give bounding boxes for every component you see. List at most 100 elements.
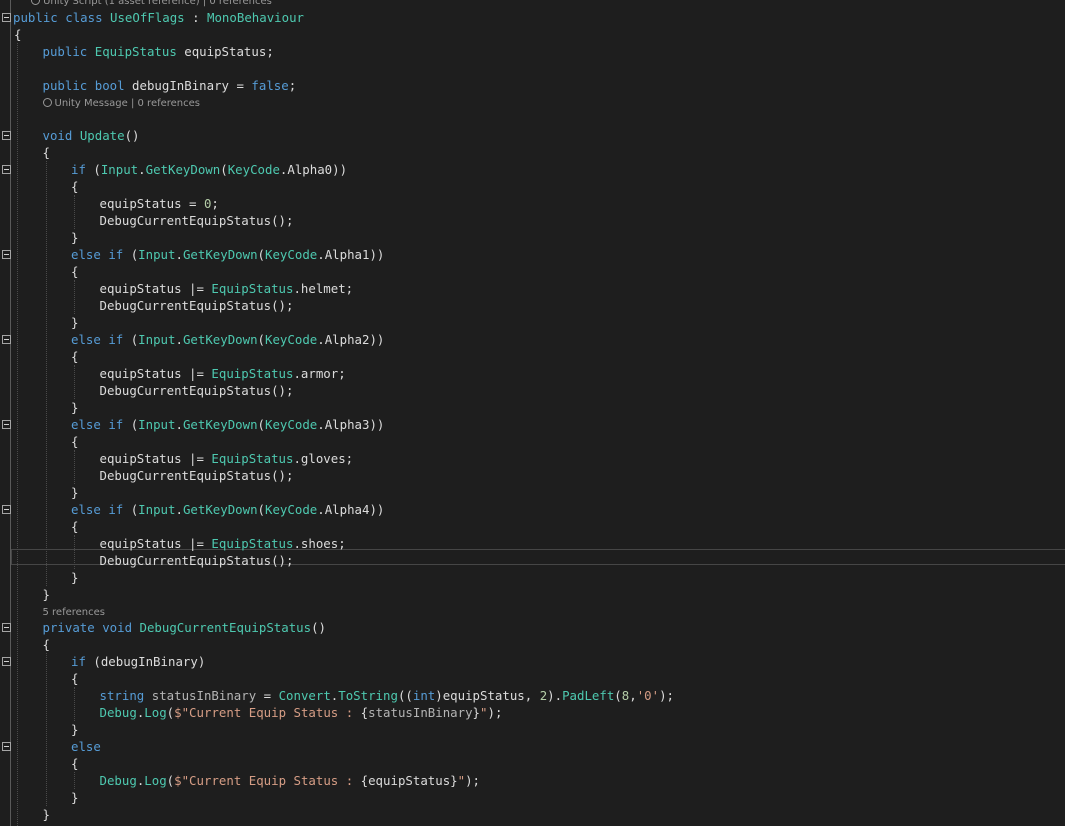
code-line[interactable]: {	[71, 755, 78, 772]
collapse-icon[interactable]	[2, 131, 11, 140]
code-line[interactable]: Debug.Log($"Current Equip Status : {stat…	[100, 704, 503, 721]
collapse-icon[interactable]	[2, 335, 11, 344]
code-line[interactable]: equipStatus |= EquipStatus.helmet;	[100, 280, 354, 297]
code-line[interactable]: DebugCurrentEquipStatus();	[100, 382, 294, 399]
code-line[interactable]: }	[71, 484, 78, 501]
code-line[interactable]: else if (Input.GetKeyDown(KeyCode.Alpha1…	[71, 246, 384, 263]
indent-guide	[74, 687, 75, 721]
code-line[interactable]: }	[43, 586, 50, 603]
code-line[interactable]: {	[71, 433, 78, 450]
code-line[interactable]: equipStatus |= EquipStatus.gloves;	[100, 450, 354, 467]
code-line[interactable]: else if (Input.GetKeyDown(KeyCode.Alpha3…	[71, 416, 384, 433]
code-line[interactable]: {	[71, 348, 78, 365]
code-line-current[interactable]: DebugCurrentEquipStatus();	[100, 552, 294, 569]
code-token: string	[99, 688, 145, 703]
code-line[interactable]: Debug.Log($"Current Equip Status : {equi…	[100, 772, 481, 789]
code-line[interactable]: {	[43, 636, 50, 653]
code-token: (	[85, 162, 101, 177]
code-token: ;	[211, 196, 219, 211]
code-line[interactable]: {	[43, 144, 50, 161]
code-token: {equipStatus}	[360, 773, 458, 788]
code-line[interactable]: else if (Input.GetKeyDown(KeyCode.Alpha4…	[71, 501, 384, 518]
code-token: equipStatus;	[176, 44, 274, 59]
code-token: }	[71, 570, 79, 585]
code-token: {	[71, 756, 79, 771]
code-line[interactable]: DebugCurrentEquipStatus();	[100, 297, 294, 314]
code-line[interactable]: }	[71, 569, 78, 586]
code-token: .	[175, 417, 183, 432]
code-token: DebugCurrentEquipStatus();	[99, 468, 294, 483]
code-token: void	[102, 620, 133, 635]
code-token: {	[42, 637, 50, 652]
code-line[interactable]: }	[43, 806, 50, 823]
indent-guide	[45, 653, 47, 806]
code-token: MonoBehaviour	[207, 10, 304, 25]
code-token: (	[123, 332, 139, 347]
code-line[interactable]: public bool debugInBinary = false;	[43, 77, 297, 94]
code-line[interactable]: }	[71, 399, 78, 416]
code-token: }	[71, 485, 79, 500]
code-token: .gloves;	[293, 451, 354, 466]
indent-guide	[74, 772, 75, 789]
code-token: (debugInBinary)	[85, 654, 206, 669]
code-line[interactable]: if (Input.GetKeyDown(KeyCode.Alpha0))	[71, 161, 347, 178]
code-line[interactable]: void Update()	[43, 127, 140, 144]
code-line[interactable]: }	[71, 229, 78, 246]
code-token: if	[108, 417, 124, 432]
collapse-icon[interactable]	[2, 250, 11, 259]
code-lens[interactable]: 5 references	[43, 606, 106, 619]
code-line[interactable]: }	[71, 789, 78, 806]
code-token: }	[71, 315, 79, 330]
code-token: .shoes;	[293, 536, 346, 551]
code-line[interactable]: {	[71, 263, 78, 280]
collapse-icon[interactable]	[2, 165, 11, 174]
code-line[interactable]: {	[14, 26, 21, 43]
code-line[interactable]: private void DebugCurrentEquipStatus()	[43, 619, 327, 636]
code-token: else	[71, 739, 101, 754]
code-line[interactable]: else	[71, 738, 101, 755]
code-token: Log	[144, 773, 167, 788]
code-lens[interactable]: Unity Script (1 asset reference) | 0 ref…	[31, 0, 272, 8]
collapse-icon[interactable]	[2, 505, 11, 514]
code-line[interactable]: equipStatus |= EquipStatus.shoes;	[100, 535, 346, 552]
code-token: '0'	[636, 688, 660, 703]
code-line[interactable]: DebugCurrentEquipStatus();	[100, 467, 294, 484]
code-token: .Alpha2))	[317, 332, 385, 347]
code-editor[interactable]: Unity Script (1 asset reference) | 0 ref…	[0, 0, 1065, 826]
code-token: {	[360, 705, 369, 720]
code-line[interactable]: }	[71, 721, 78, 738]
code-token: private	[42, 620, 95, 635]
code-line[interactable]: equipStatus |= EquipStatus.armor;	[100, 365, 346, 382]
code-token: ).	[547, 688, 563, 703]
code-line[interactable]: public class UseOfFlags : MonoBehaviour	[13, 9, 304, 26]
code-line[interactable]: {	[71, 518, 78, 535]
code-line[interactable]: {	[71, 178, 78, 195]
code-lens[interactable]: Unity Message | 0 references	[42, 97, 200, 110]
code-token: {	[71, 671, 79, 686]
indent-guide	[45, 161, 47, 586]
code-line[interactable]: else if (Input.GetKeyDown(KeyCode.Alpha2…	[71, 331, 384, 348]
collapse-icon[interactable]	[2, 742, 11, 751]
code-token: DebugCurrentEquipStatus();	[99, 553, 294, 568]
collapse-icon[interactable]	[2, 657, 11, 666]
code-line[interactable]: string statusInBinary = Convert.ToString…	[100, 687, 675, 704]
collapse-icon[interactable]	[2, 623, 11, 632]
code-line[interactable]: DebugCurrentEquipStatus();	[100, 212, 294, 229]
code-line[interactable]: {	[71, 670, 78, 687]
code-token: public	[13, 10, 58, 25]
code-token: KeyCode	[227, 162, 280, 177]
code-token: if	[108, 502, 124, 517]
collapse-icon[interactable]	[2, 13, 11, 22]
collapse-icon[interactable]	[2, 420, 11, 429]
code-lens-text: 5 references	[42, 607, 106, 618]
code-line[interactable]: if (debugInBinary)	[71, 653, 205, 670]
indent-guide	[74, 450, 75, 484]
code-line[interactable]: equipStatus = 0;	[100, 195, 219, 212]
code-line[interactable]: public EquipStatus equipStatus;	[43, 43, 274, 60]
code-lens-text: Unity Script (1 asset reference) | 0 ref…	[43, 0, 272, 7]
code-line[interactable]: }	[71, 314, 78, 331]
